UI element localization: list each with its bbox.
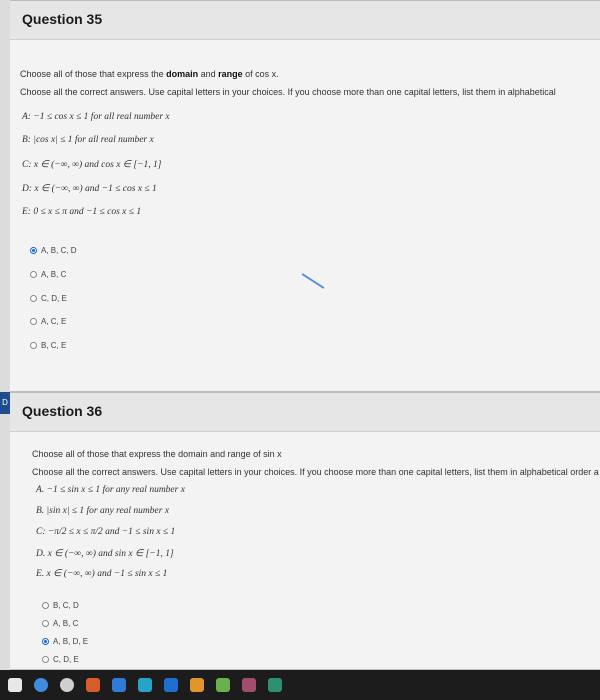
q36-option-b: B. |sin x| ≤ 1 for any real number x <box>36 506 170 516</box>
question-36-instruction: Choose all the correct answers. Use capi… <box>32 467 599 477</box>
radio-selected-icon[interactable] <box>42 638 49 645</box>
choice-label: A, B, D, E <box>53 637 89 646</box>
choice-label: A, B, C, D <box>41 246 77 255</box>
q35-option-c: C: x ∈ (−∞, ∞) and cos x ∈ [−1, 1] <box>22 160 162 170</box>
q36-option-d: D. x ∈ (−∞, ∞) and sin x ∈ [−1, 1] <box>36 549 174 559</box>
q35-choice-1[interactable]: A, B, C <box>30 270 66 279</box>
question-35-card: Question 35 Choose all of those that exp… <box>10 0 600 392</box>
q36-option-c: C: −π/2 ≤ x ≤ π/2 and −1 ≤ sin x ≤ 1 <box>36 527 176 537</box>
app-icon[interactable] <box>268 678 282 692</box>
radio-icon[interactable] <box>30 342 37 349</box>
radio-icon[interactable] <box>30 295 37 302</box>
q36-option-e: E. x ∈ (−∞, ∞) and −1 ≤ sin x ≤ 1 <box>36 569 168 579</box>
q35-choice-2[interactable]: C, D, E <box>30 294 67 303</box>
q35-choice-0[interactable]: A, B, C, D <box>30 246 77 255</box>
choice-label: A, C, E <box>41 317 67 326</box>
store-icon[interactable] <box>112 678 126 692</box>
radio-icon[interactable] <box>42 620 49 627</box>
question-35-title: Question 35 <box>22 11 103 27</box>
prompt-text: Choose all of those that express the <box>20 69 167 79</box>
radio-icon[interactable] <box>30 318 37 325</box>
q36-choice-3[interactable]: C, D, E <box>42 655 79 664</box>
side-tab[interactable]: D <box>0 392 10 414</box>
windows-icon[interactable] <box>8 678 22 692</box>
photos-icon[interactable] <box>86 678 100 692</box>
q35-choice-4[interactable]: B, C, E <box>30 341 66 350</box>
q35-choice-3[interactable]: A, C, E <box>30 317 66 326</box>
question-35-instruction: Choose all the correct answers. Use capi… <box>20 87 556 97</box>
radio-icon[interactable] <box>42 656 49 663</box>
q36-choice-2[interactable]: A, B, D, E <box>42 637 88 646</box>
q35-option-d: D: x ∈ (−∞, ∞) and −1 ≤ cos x ≤ 1 <box>22 184 157 194</box>
choice-label: C, D, E <box>41 294 67 303</box>
prompt-bold-range: range <box>218 69 243 79</box>
choice-label: A, B, C <box>53 619 79 628</box>
q35-option-e: E: 0 ≤ x ≤ π and −1 ≤ cos x ≤ 1 <box>22 207 142 217</box>
prompt-text-end: of cos x. <box>242 69 279 79</box>
prompt-text-and: and <box>198 69 219 79</box>
q36-option-a: A. −1 ≤ sin x ≤ 1 for any real number x <box>36 485 185 495</box>
app-icon[interactable] <box>216 678 230 692</box>
question-35-header: Question 35 <box>10 1 600 40</box>
app-icon[interactable] <box>164 678 178 692</box>
choice-label: B, C, D <box>53 601 79 610</box>
choice-label: A, B, C <box>41 270 67 279</box>
question-36-title: Question 36 <box>22 403 103 419</box>
q36-choice-1[interactable]: A, B, C <box>42 619 78 628</box>
question-36-card: Question 36 Choose all of those that exp… <box>10 392 600 670</box>
mail-icon[interactable] <box>138 678 152 692</box>
chrome-icon[interactable] <box>34 678 48 692</box>
question-36-prompt: Choose all of those that express the dom… <box>32 449 282 459</box>
choice-label: C, D, E <box>53 655 79 664</box>
radio-icon[interactable] <box>42 602 49 609</box>
q35-option-a: A: −1 ≤ cos x ≤ 1 for all real number x <box>22 112 170 122</box>
app-icon[interactable] <box>242 678 256 692</box>
radio-icon[interactable] <box>30 271 37 278</box>
question-35-prompt: Choose all of those that express the dom… <box>20 69 279 79</box>
prompt-bold-domain: domain <box>166 69 199 79</box>
cortana-icon[interactable] <box>60 678 74 692</box>
question-36-header: Question 36 <box>10 393 600 432</box>
q35-option-b: B: |cos x| ≤ 1 for all real number x <box>22 135 154 145</box>
taskbar <box>0 670 600 700</box>
radio-selected-icon[interactable] <box>30 247 37 254</box>
q36-choice-0[interactable]: B, C, D <box>42 601 79 610</box>
app-icon[interactable] <box>190 678 204 692</box>
choice-label: B, C, E <box>41 341 67 350</box>
